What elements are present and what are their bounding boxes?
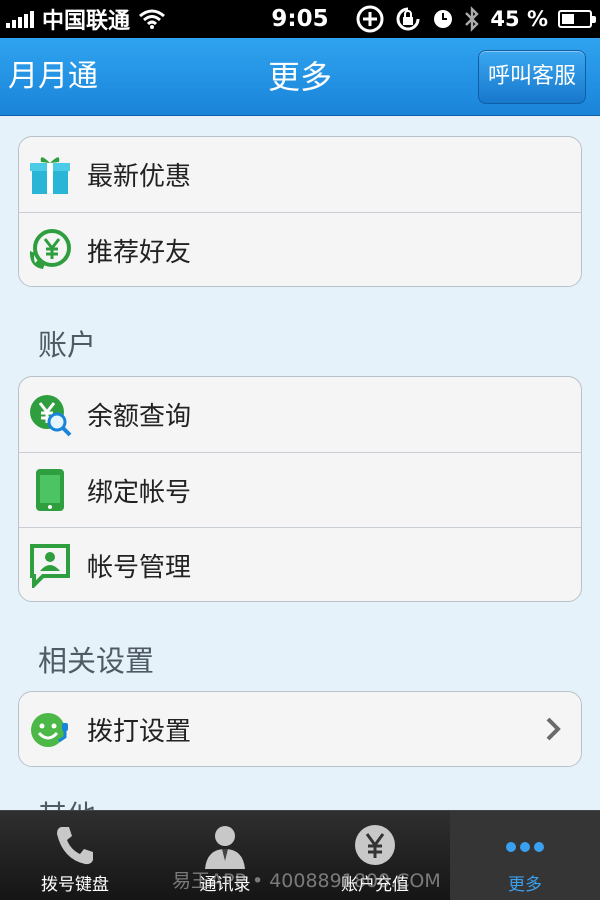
phone-handset-icon: [57, 827, 93, 865]
list-item-label: 推荐好友: [87, 237, 192, 268]
tab-label: 通讯录: [199, 875, 251, 895]
list-item-dial-settings[interactable]: 拨打设置: [19, 692, 581, 766]
account-group: 余额查询 绑定帐号 帐号管理: [18, 376, 582, 602]
tab-bar: 拨号键盘 通讯录 账户充值 更多: [0, 810, 600, 900]
status-bar: 中国联通 9:05 45 %: [0, 0, 600, 38]
list-item-label: 帐号管理: [87, 552, 192, 583]
gift-icon: [30, 156, 70, 194]
yen-coin-icon: [355, 825, 395, 865]
dial-settings-icon: [31, 712, 68, 747]
recommend-friend-icon: [29, 229, 71, 269]
list-item-latest-offers[interactable]: 最新优惠: [19, 137, 581, 212]
tab-label: 拨号键盘: [41, 875, 109, 895]
navigation-bar: 月月通 更多 呼叫客服: [0, 38, 600, 116]
alarm-clock-icon: [434, 10, 453, 28]
tab-account-recharge[interactable]: 账户充值: [300, 811, 450, 900]
list-item-label: 拨打设置: [87, 717, 192, 747]
list-item-recommend-friends[interactable]: 推荐好友: [19, 212, 581, 286]
tab-contacts[interactable]: 通讯录: [150, 811, 300, 900]
list-item-label: 余额查询: [87, 402, 192, 432]
list-item-balance-query[interactable]: 余额查询: [19, 377, 581, 452]
section-title-settings: 相关设置: [38, 644, 155, 678]
battery-icon: [558, 10, 596, 28]
section-title-account: 账户: [38, 328, 97, 362]
list-item-account-management[interactable]: 帐号管理: [19, 527, 581, 601]
phone-icon: [36, 469, 64, 511]
bluetooth-icon: [465, 6, 480, 32]
add-circle-icon: [356, 5, 384, 33]
tab-label: 更多: [508, 875, 542, 895]
settings-group: 拨打设置: [18, 691, 582, 767]
section-title-other: 其他: [38, 796, 96, 810]
chevron-right-icon: [546, 717, 561, 741]
account-manage-icon: [30, 544, 70, 588]
wifi-icon: [139, 9, 165, 29]
call-customer-service-button[interactable]: 呼叫客服: [478, 50, 586, 104]
battery-percent: 45 %: [490, 7, 548, 31]
tab-label: 账户充值: [341, 875, 409, 895]
contacts-icon: [205, 826, 245, 869]
carrier-name: 中国联通: [42, 9, 131, 34]
promotions-group: 最新优惠 推荐好友: [18, 136, 582, 287]
tab-more[interactable]: 更多: [450, 811, 600, 900]
app-name: 月月通: [8, 59, 98, 94]
list-item-bind-account[interactable]: 绑定帐号: [19, 452, 581, 527]
signal-strength-icon: [6, 10, 34, 28]
list-item-label: 最新优惠: [87, 162, 192, 192]
balance-query-icon: [30, 394, 72, 436]
rotation-lock-icon: [396, 7, 420, 31]
more-dots-icon: [506, 842, 544, 852]
list-item-label: 绑定帐号: [87, 477, 192, 508]
tab-dial-keypad[interactable]: 拨号键盘: [0, 811, 150, 900]
